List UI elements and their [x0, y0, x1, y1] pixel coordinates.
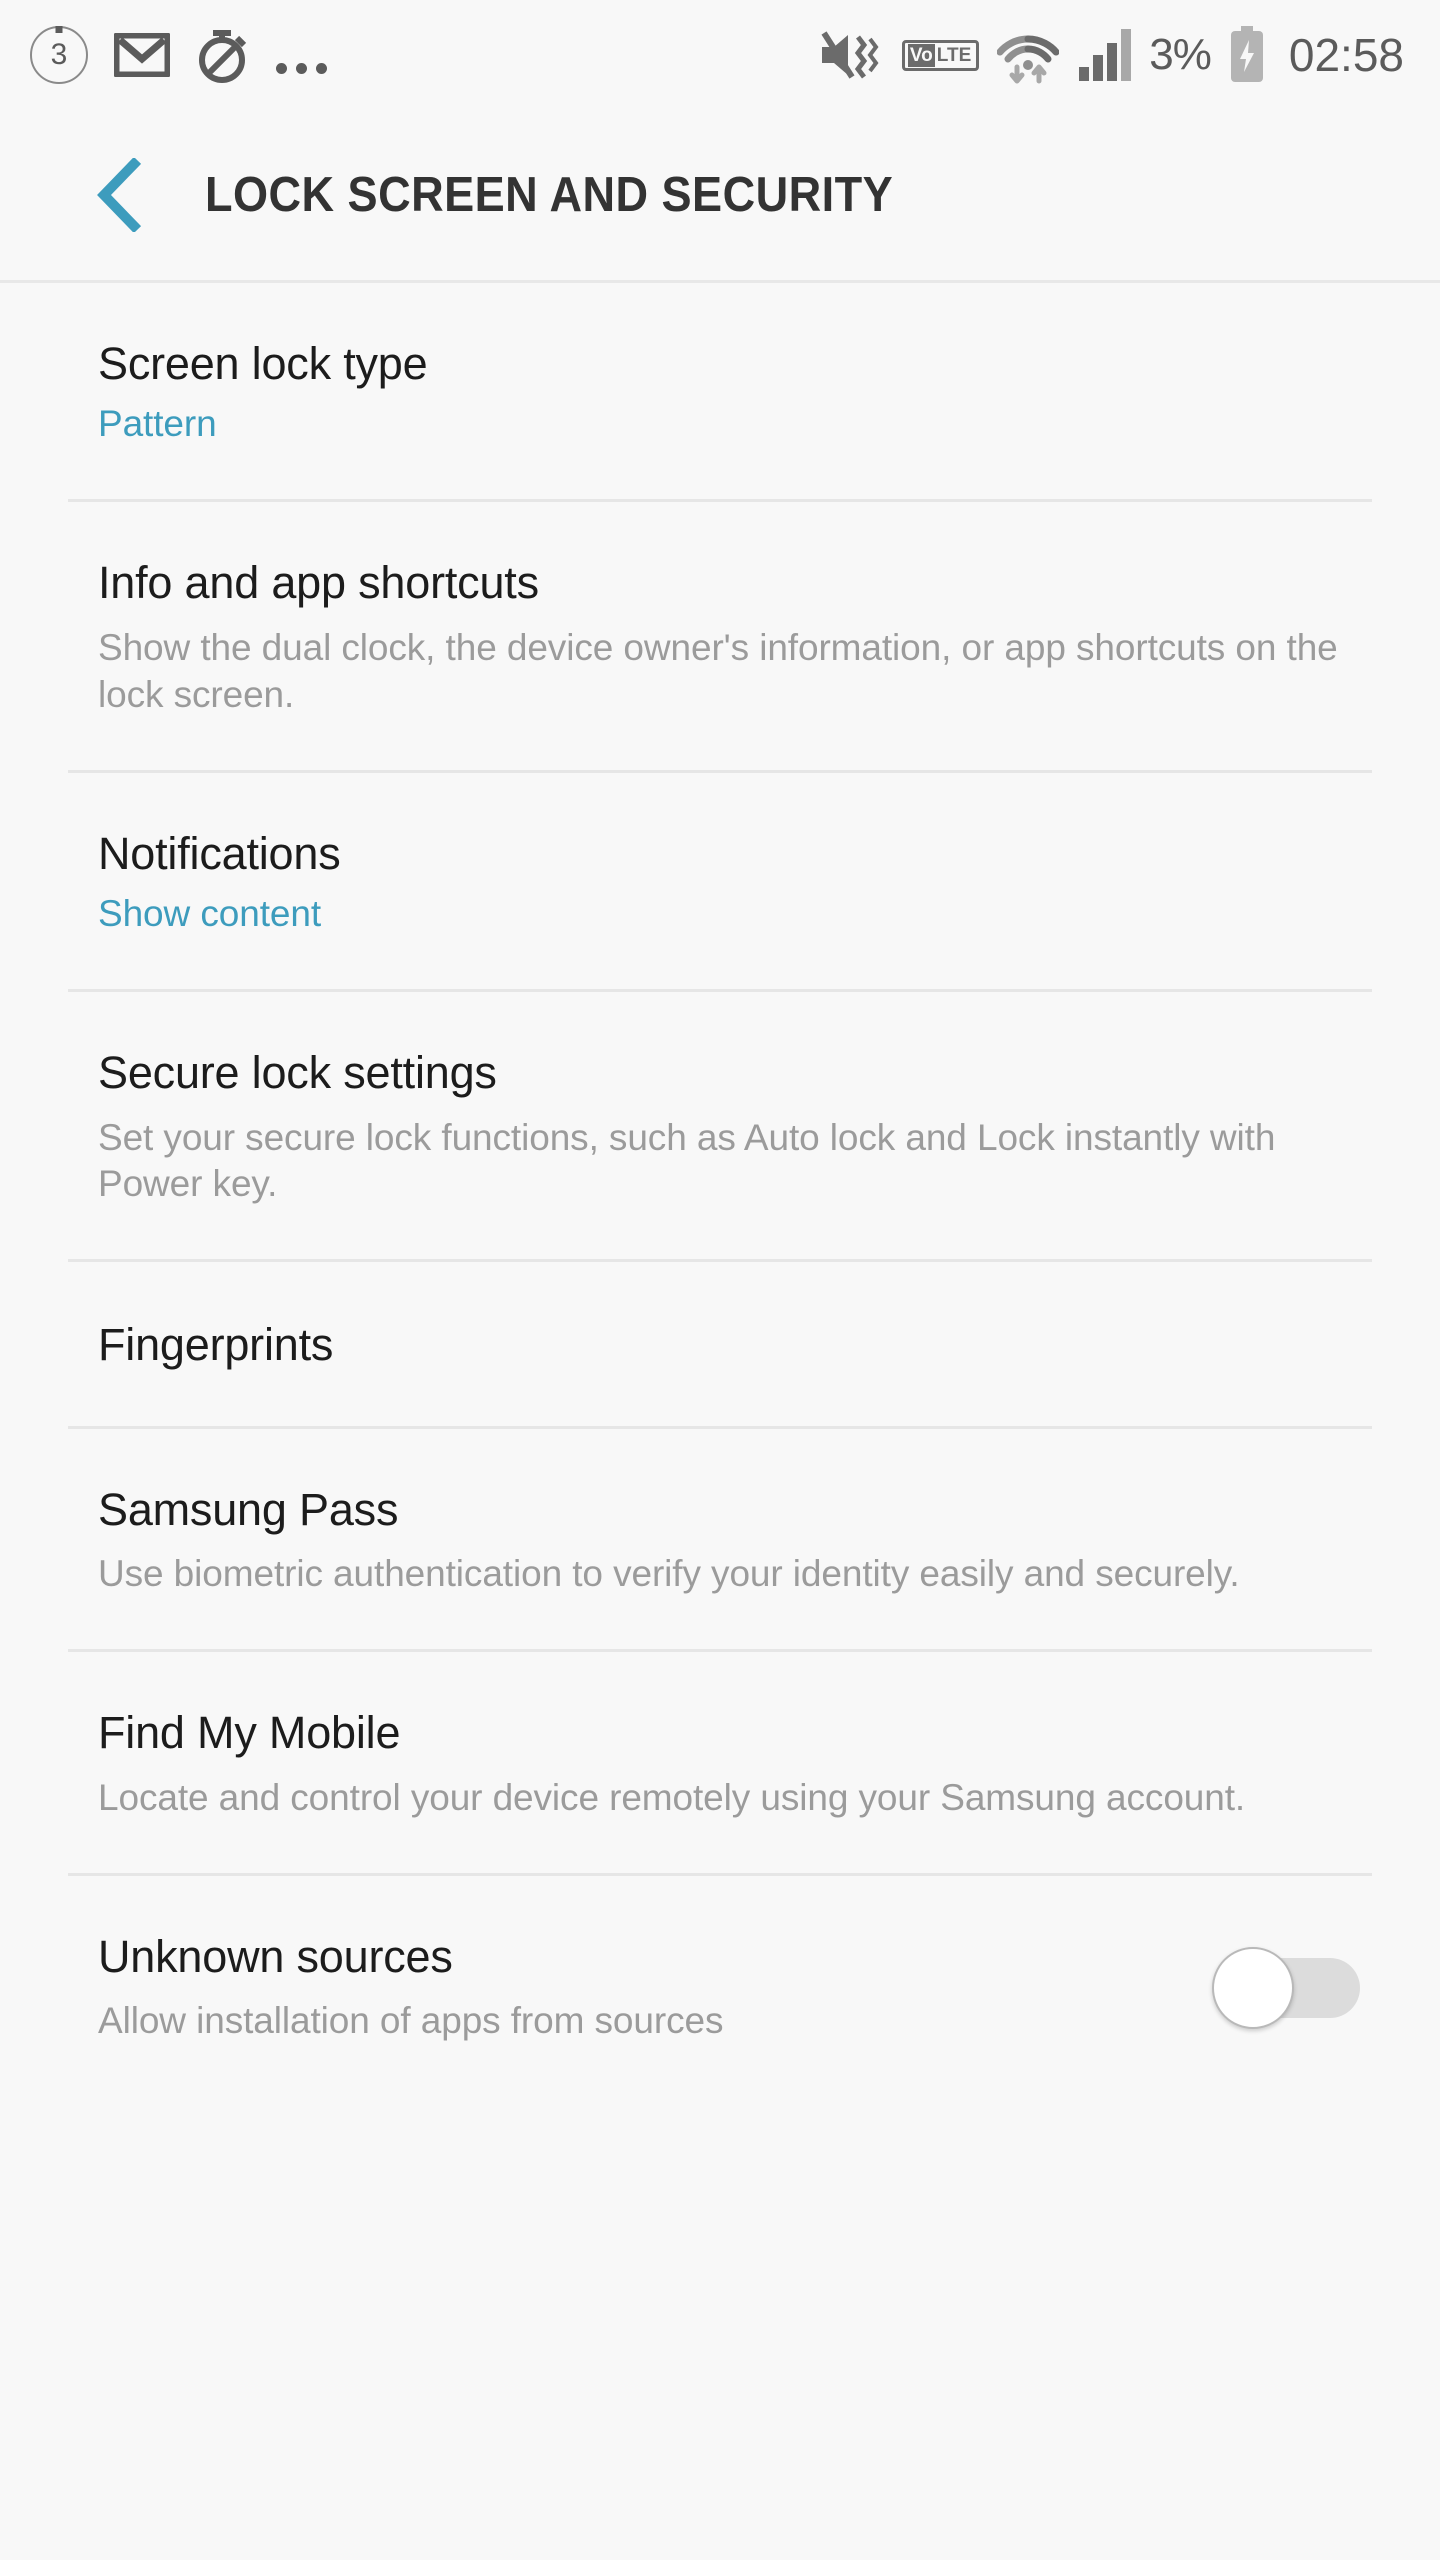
row-subtitle: Pattern [98, 403, 217, 445]
unknown-sources-toggle[interactable] [1212, 1947, 1360, 2030]
row-text: Fingerprints [98, 1319, 1360, 1371]
row-text: Notifications Show content [98, 827, 1360, 938]
wifi-data-icon [997, 25, 1060, 85]
app-bar: LOCK SCREEN AND SECURITY [0, 110, 1440, 283]
status-bar-clock: 02:58 [1288, 29, 1404, 81]
page-title: LOCK SCREEN AND SECURITY [205, 168, 894, 222]
settings-row-find-my-mobile[interactable]: Find My Mobile Locate and control your d… [0, 1652, 1440, 1876]
settings-row-unknown-sources[interactable]: Unknown sources Allow installation of ap… [0, 1876, 1440, 2099]
row-text: Samsung Pass Use biometric authenticatio… [98, 1483, 1360, 1598]
row-subtitle: Use biometric authentication to verify y… [98, 1553, 1240, 1595]
volte-suffix: LTE [936, 44, 972, 66]
settings-list: Screen lock type Pattern Info and app sh… [0, 283, 1440, 2099]
row-subtitle: Show the dual clock, the device owner's … [98, 626, 1338, 715]
timer-off-icon [196, 26, 250, 84]
settings-row-samsung-pass[interactable]: Samsung Pass Use biometric authenticatio… [0, 1429, 1440, 1653]
row-text: Screen lock type Pattern [98, 338, 1360, 448]
row-subtitle: Locate and control your device remotely … [98, 1776, 1246, 1818]
volte-prefix: Vo [907, 43, 935, 67]
toggle-knob [1212, 1947, 1294, 2030]
settings-row-secure-lock-settings[interactable]: Secure lock settings Set your secure loc… [0, 992, 1440, 1263]
row-subtitle: Set your secure lock functions, such as … [98, 1116, 1276, 1205]
settings-row-notifications[interactable]: Notifications Show content [0, 773, 1440, 993]
gmail-icon [114, 33, 170, 77]
status-bar: 3 Vo LTE 3% 02:58 [0, 0, 1440, 110]
status-bar-left: 3 [30, 26, 327, 84]
volte-icon: Vo LTE [901, 39, 980, 71]
row-text: Secure lock settings Set your secure loc… [98, 1047, 1360, 1208]
row-title: Notifications [98, 827, 341, 879]
settings-row-fingerprints[interactable]: Fingerprints [0, 1262, 1440, 1430]
row-text: Find My Mobile Locate and control your d… [98, 1707, 1360, 1821]
battery-percent-label: 3% [1149, 30, 1212, 79]
row-title: Screen lock type [98, 338, 428, 389]
charging-battery-icon [1229, 26, 1265, 84]
row-subtitle: Allow installation of apps from sources [98, 2000, 724, 2041]
signal-bars-icon [1077, 27, 1132, 83]
row-title: Find My Mobile [98, 1707, 401, 1759]
row-title: Unknown sources [98, 1930, 453, 1982]
status-bar-right: Vo LTE 3% 02:58 [818, 25, 1404, 85]
row-subtitle: Show content [98, 893, 322, 935]
row-title: Info and app shortcuts [98, 557, 539, 609]
row-text: Info and app shortcuts Show the dual clo… [98, 557, 1360, 718]
notification-count-label: 3 [50, 38, 68, 71]
back-button[interactable] [86, 158, 152, 232]
more-notifications-icon [276, 26, 327, 84]
settings-row-screen-lock-type[interactable]: Screen lock type Pattern [0, 283, 1440, 503]
notification-count-badge: 3 [30, 26, 88, 84]
chevron-left-icon [94, 158, 144, 232]
row-text: Unknown sources Allow installation of ap… [98, 1930, 1172, 2045]
row-title: Samsung Pass [98, 1483, 399, 1535]
settings-row-info-and-app-shortcuts[interactable]: Info and app shortcuts Show the dual clo… [0, 502, 1440, 774]
row-title: Fingerprints [98, 1319, 334, 1371]
mute-vibrate-icon [818, 27, 884, 83]
row-title: Secure lock settings [98, 1047, 497, 1099]
